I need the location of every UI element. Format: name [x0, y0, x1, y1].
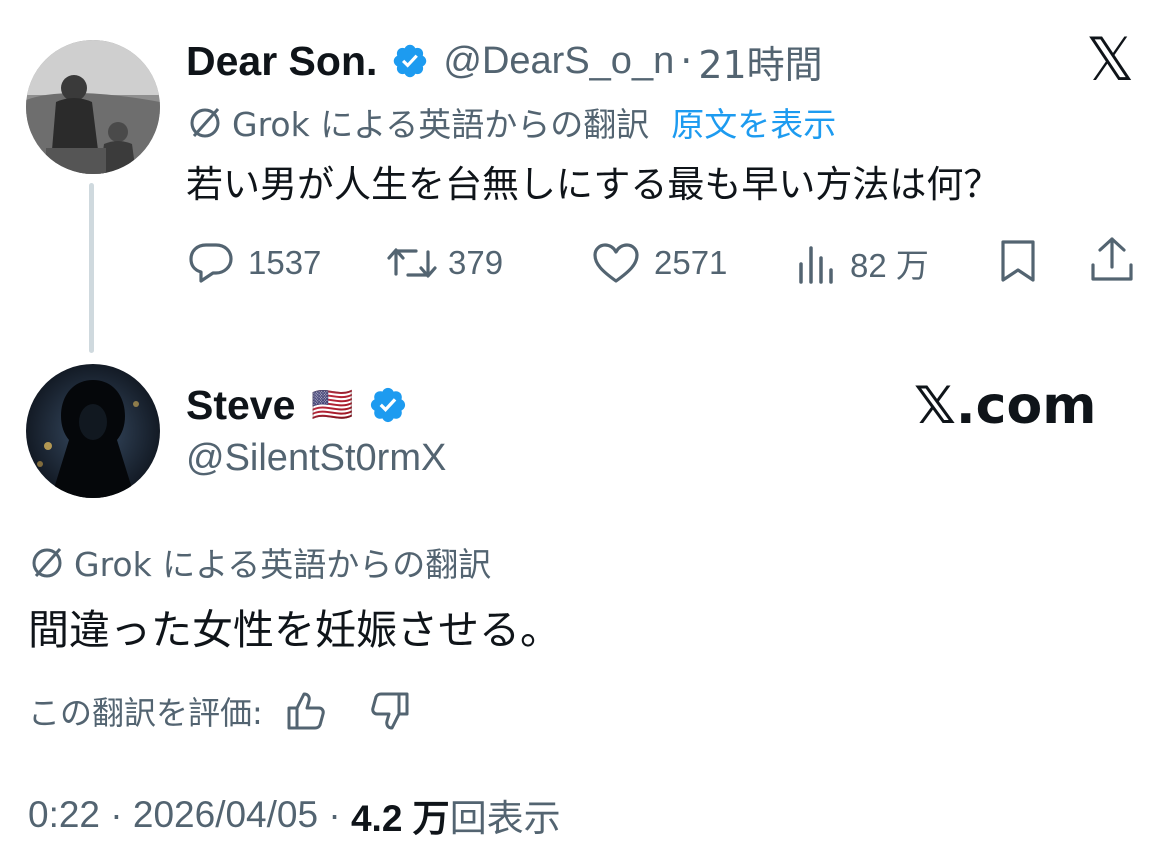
like-count: 2571	[654, 244, 728, 281]
tweet-time[interactable]: 21時間	[698, 34, 822, 89]
views-icon	[799, 246, 833, 284]
display-name[interactable]: Dear Son.	[186, 38, 377, 85]
translate-icon	[32, 548, 62, 578]
separator-dot: ·	[680, 39, 693, 83]
views-count: 4.2 万	[350, 798, 450, 839]
views-button[interactable]: 82 万	[796, 240, 929, 286]
translation-row: Grok による英語からの翻訳	[28, 540, 491, 584]
x-logo-icon: 𝕏	[1086, 25, 1135, 95]
us-flag-icon: 🇺🇸	[311, 385, 354, 425]
translation-row: Grok による英語からの翻訳 原文を表示	[186, 100, 836, 144]
tweet-timestamp[interactable]: 0:22 · 2026/04/05 ·	[28, 794, 351, 836]
avatar-steve[interactable]	[26, 364, 160, 498]
views-count: 82 万	[850, 247, 929, 284]
bookmark-icon	[1001, 240, 1035, 282]
repost-icon	[387, 248, 437, 278]
thread-connector-line	[89, 183, 94, 353]
reply-tweet-header: Steve 🇺🇸	[186, 380, 408, 430]
like-button[interactable]: 2571	[592, 240, 727, 286]
top-tweet-header: Dear Son. @DearS_o_n · 21時間	[186, 34, 823, 89]
avatar-image	[26, 40, 160, 174]
thumbs-down-icon[interactable]	[369, 690, 411, 732]
share-button[interactable]	[1088, 236, 1136, 282]
reply-count: 1537	[248, 244, 322, 281]
reply-button[interactable]: 1537	[188, 240, 321, 286]
avatar-image	[26, 364, 160, 498]
rate-translation-row: この翻訳を評価:	[28, 688, 411, 734]
avatar-dear-son[interactable]	[26, 40, 160, 174]
x-com-watermark: 𝕏.com	[914, 376, 1097, 436]
views-label: 回表示	[449, 798, 561, 839]
repost-button[interactable]: 379	[386, 240, 503, 286]
reply-icon	[189, 243, 233, 283]
translation-label: Grok による英語からの翻訳	[74, 545, 492, 584]
translation-label: Grok による英語からの翻訳	[232, 105, 650, 144]
tweet-text: 若い男が人生を台無しにする最も早い方法は何？	[186, 163, 1001, 206]
tweet-meta-row: 0:22 · 2026/04/05 · 4.2 万 回表示	[28, 790, 561, 840]
repost-count: 379	[448, 244, 504, 281]
user-handle[interactable]: @SilentSt0rmX	[186, 434, 446, 482]
share-icon	[1091, 237, 1133, 281]
rate-translation-label: この翻訳を評価:	[28, 694, 263, 732]
verified-badge-icon	[394, 44, 427, 78]
tweet-text: 間違った女性を妊娠させる。	[28, 606, 561, 654]
heart-icon	[593, 243, 639, 283]
user-handle[interactable]: @DearS_o_n	[443, 40, 674, 83]
display-name[interactable]: Steve	[186, 382, 295, 429]
translate-icon	[190, 108, 220, 138]
show-original-link[interactable]: 原文を表示	[671, 98, 836, 146]
verified-badge-icon	[370, 387, 405, 423]
bookmark-button[interactable]	[998, 238, 1038, 284]
thumbs-up-icon[interactable]	[285, 690, 327, 732]
